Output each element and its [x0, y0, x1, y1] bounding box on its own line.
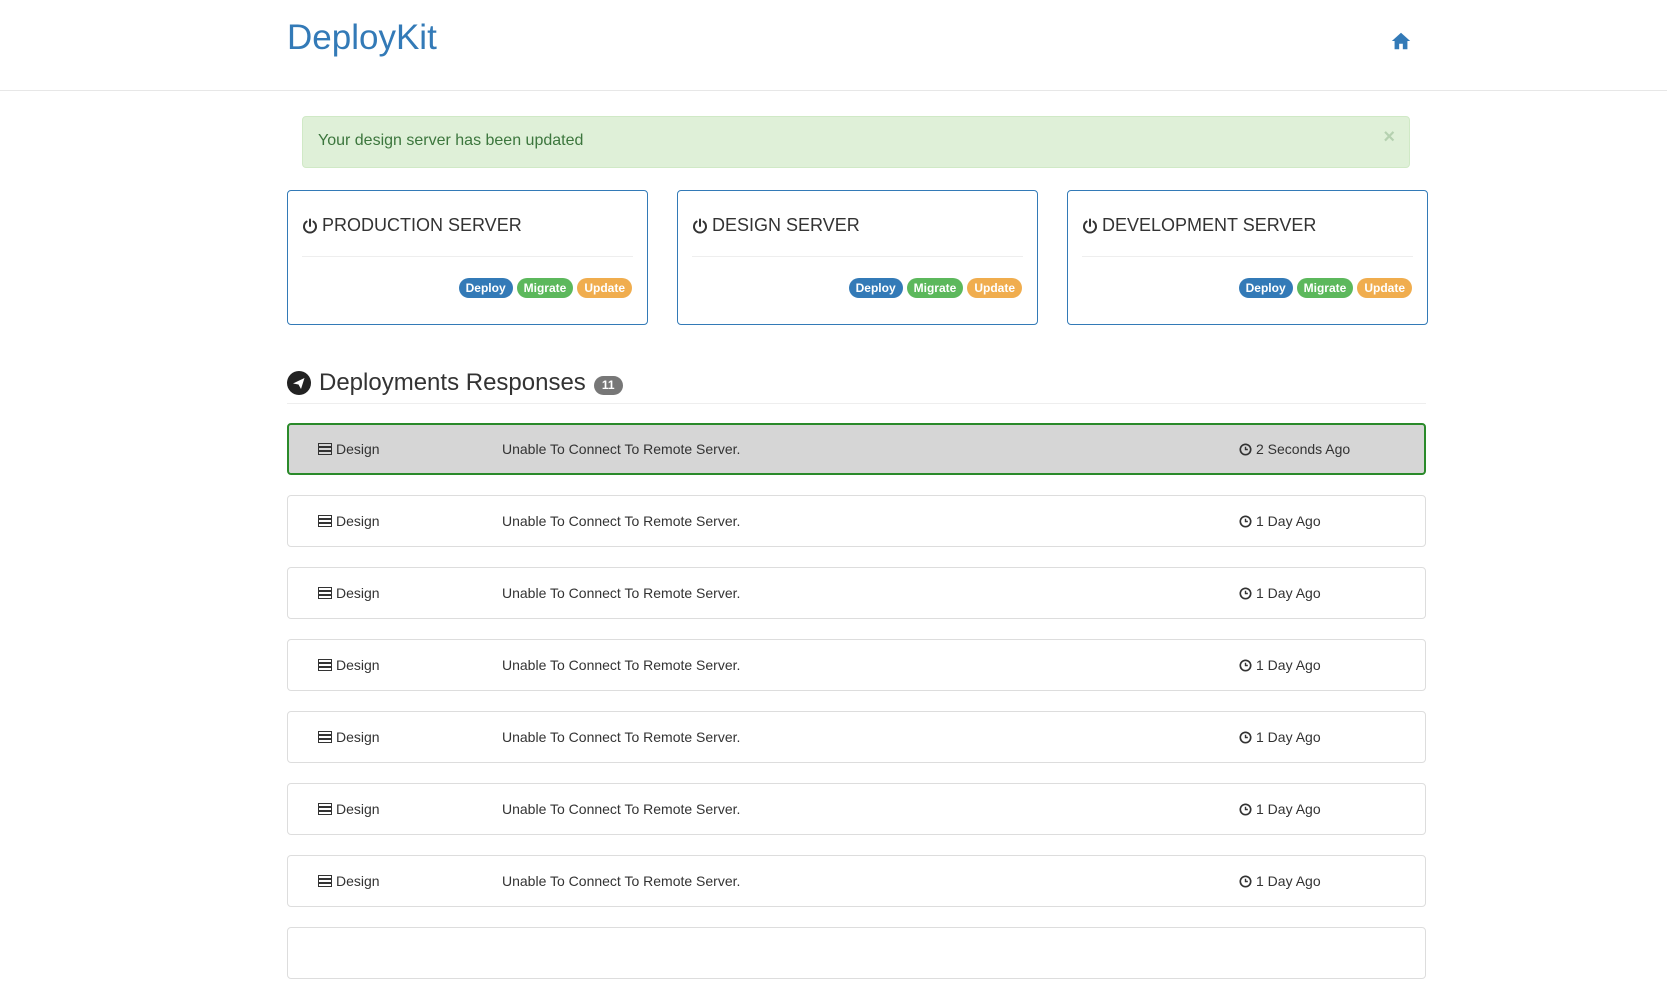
deployment-row[interactable]: Design Unable To Connect To Remote Serve… [287, 711, 1426, 763]
deploy-button[interactable]: Deploy [848, 278, 903, 298]
server-panel-design: DESIGN SERVER Deploy Migrate Update [677, 190, 1038, 325]
deployment-row[interactable]: Design Unable To Connect To Remote Serve… [287, 783, 1426, 835]
divider [1082, 256, 1413, 257]
update-button[interactable]: Update [577, 278, 632, 298]
power-icon [693, 218, 707, 233]
clock-icon [1239, 730, 1252, 744]
migrate-button[interactable]: Migrate [906, 278, 964, 298]
power-icon [303, 218, 317, 233]
server-icon [318, 659, 332, 671]
alert-close-button[interactable]: × [1383, 127, 1395, 147]
clock-icon [1239, 442, 1252, 456]
navbar: DeployKit [0, 0, 1667, 91]
row-time: 1 Day Ago [1256, 873, 1321, 889]
row-message: Unable To Connect To Remote Server. [502, 513, 741, 529]
server-icon [318, 587, 332, 599]
panel-title: DESIGN SERVER [692, 215, 860, 236]
row-time: 1 Day Ago [1256, 657, 1321, 673]
row-server: Design [336, 441, 380, 457]
deployment-row[interactable] [287, 927, 1426, 979]
update-button[interactable]: Update [1357, 278, 1412, 298]
power-icon [1083, 218, 1097, 233]
row-server: Design [336, 657, 380, 673]
server-actions: Deploy Migrate Update [1238, 278, 1412, 298]
server-actions: Deploy Migrate Update [458, 278, 632, 298]
section-title: Deployments Responses [319, 369, 586, 396]
clock-icon [1239, 514, 1252, 528]
deploy-button[interactable]: Deploy [458, 278, 513, 298]
migrate-button[interactable]: Migrate [516, 278, 574, 298]
row-message: Unable To Connect To Remote Server. [502, 729, 741, 745]
row-server: Design [336, 873, 380, 889]
deployment-row[interactable]: Design Unable To Connect To Remote Serve… [287, 855, 1426, 907]
deployments-list: Design Unable To Connect To Remote Serve… [287, 423, 1426, 999]
row-server: Design [336, 513, 380, 529]
clock-icon [1239, 802, 1252, 816]
count-badge: 11 [593, 375, 623, 395]
row-server: Design [336, 585, 380, 601]
brand-link[interactable]: DeployKit [287, 18, 437, 58]
deployment-row[interactable]: Design Unable To Connect To Remote Serve… [287, 495, 1426, 547]
server-panel-development: DEVELOPMENT SERVER Deploy Migrate Update [1067, 190, 1428, 325]
row-server: Design [336, 729, 380, 745]
row-message: Unable To Connect To Remote Server. [502, 873, 741, 889]
row-server: Design [336, 801, 380, 817]
migrate-button[interactable]: Migrate [1296, 278, 1354, 298]
deploy-button[interactable]: Deploy [1238, 278, 1293, 298]
server-name: PRODUCTION SERVER [322, 215, 522, 235]
row-time: 1 Day Ago [1256, 513, 1321, 529]
row-message: Unable To Connect To Remote Server. [502, 441, 741, 457]
panel-title: PRODUCTION SERVER [302, 215, 522, 236]
row-message: Unable To Connect To Remote Server. [502, 657, 741, 673]
clock-icon [1239, 586, 1252, 600]
deployment-row[interactable]: Design Unable To Connect To Remote Serve… [287, 567, 1426, 619]
server-icon [318, 731, 332, 743]
row-time: 1 Day Ago [1256, 801, 1321, 817]
clock-icon [1239, 874, 1252, 888]
deployment-row[interactable]: Design Unable To Connect To Remote Serve… [287, 423, 1426, 475]
server-actions: Deploy Migrate Update [848, 278, 1022, 298]
row-message: Unable To Connect To Remote Server. [502, 801, 741, 817]
deployment-row[interactable]: Design Unable To Connect To Remote Serve… [287, 639, 1426, 691]
server-panel-production: PRODUCTION SERVER Deploy Migrate Update [287, 190, 648, 325]
divider [302, 256, 633, 257]
panel-title: DEVELOPMENT SERVER [1082, 215, 1316, 236]
success-alert: Your design server has been updated × [302, 116, 1410, 168]
server-icon [318, 515, 332, 527]
server-icon [318, 803, 332, 815]
update-button[interactable]: Update [967, 278, 1022, 298]
divider [692, 256, 1023, 257]
row-message: Unable To Connect To Remote Server. [502, 585, 741, 601]
alert-message: Your design server has been updated [318, 132, 584, 149]
clock-icon [1239, 658, 1252, 672]
row-time: 1 Day Ago [1256, 585, 1321, 601]
server-icon [318, 875, 332, 887]
row-time: 1 Day Ago [1256, 729, 1321, 745]
server-name: DESIGN SERVER [712, 215, 860, 235]
row-time: 2 Seconds Ago [1256, 441, 1351, 457]
server-icon [318, 443, 332, 455]
deployments-header: Deployments Responses 11 [287, 363, 1426, 404]
paper-plane-icon [287, 371, 311, 395]
home-icon[interactable] [1390, 30, 1412, 52]
server-name: DEVELOPMENT SERVER [1102, 215, 1317, 235]
